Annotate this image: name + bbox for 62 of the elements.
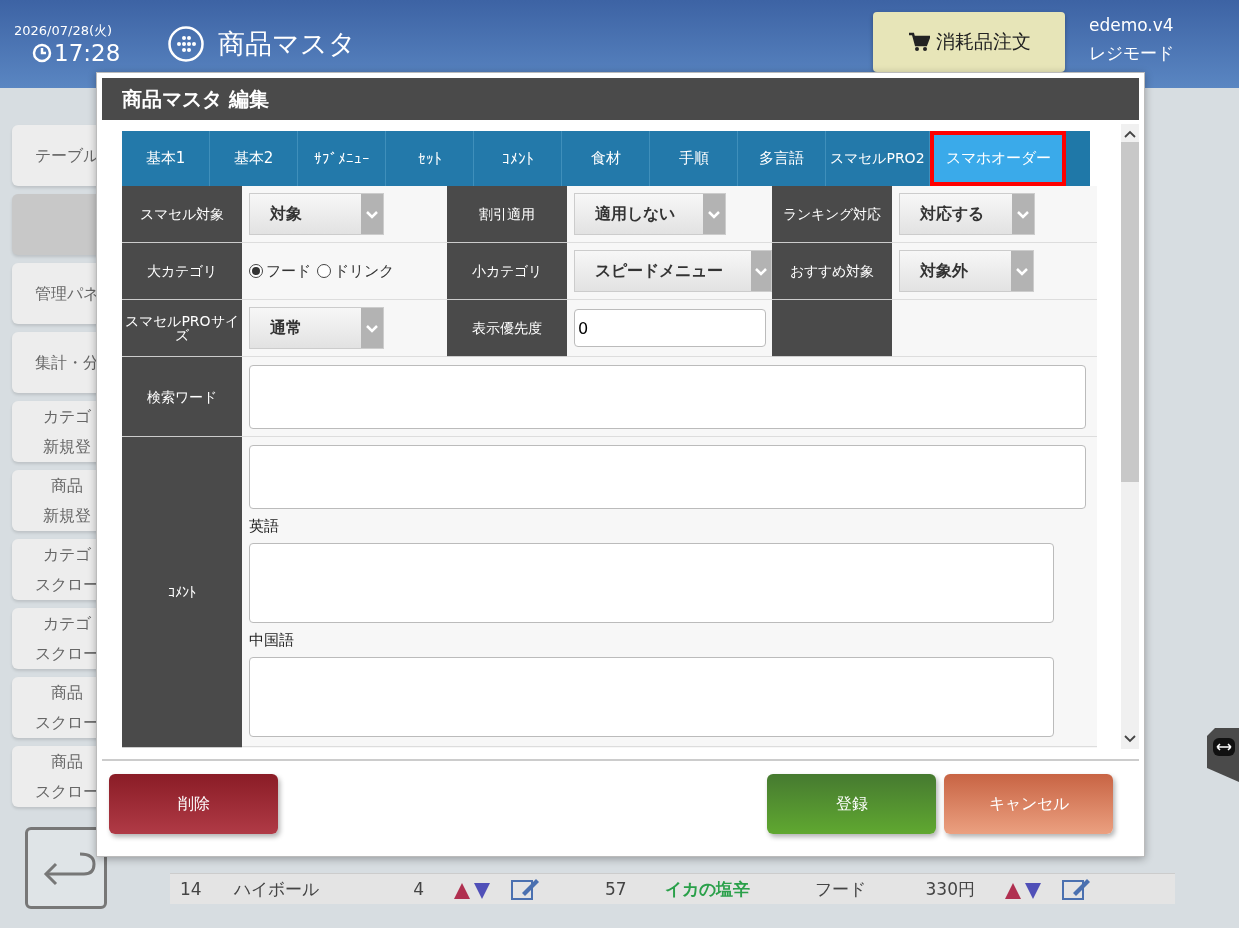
search-word-field[interactable] [249,364,1086,429]
table-cell-text: 330円 [924,877,976,901]
dropdown[interactable]: 対象 [249,193,384,235]
grid-menu-icon [168,26,204,62]
cart-icon [907,32,930,52]
register-button[interactable]: 登録 [767,774,936,834]
dropdown[interactable]: スピードメニュー [574,250,772,292]
tab[interactable]: 多言語 [738,131,826,186]
field-label: スマセルPROサイズ [122,300,242,357]
tab[interactable]: 基本2 [210,131,298,186]
mode-text: レジモード [1089,42,1175,65]
tab[interactable]: ｺﾒﾝﾄ [474,131,562,186]
scrollbar[interactable] [1121,124,1139,749]
time-text: 17:28 [54,40,121,66]
radio-option[interactable]: フード [249,261,311,281]
field-label: 表示優先度 [447,300,567,357]
dropdown[interactable]: 適用しない [574,193,726,235]
field-label: 英語 [249,517,279,536]
table-cell-text: イカの塩辛 [664,877,751,901]
tab[interactable]: ｻﾌﾞﾒﾆｭｰ [298,131,386,186]
field-label: 中国語 [249,631,294,650]
field-label: 割引適用 [447,186,567,243]
chevron-down-icon [1124,735,1136,743]
clock-icon [32,43,52,63]
dialog-title: 商品マスタ 編集 [102,78,1139,120]
delete-button[interactable]: 削除 [109,774,278,834]
back-button[interactable] [25,827,107,909]
table-cell-text: フード [814,877,867,901]
field-label: 大カテゴリ [122,243,242,300]
tab[interactable]: 手順 [650,131,738,186]
text-field[interactable]: 0 [574,309,766,347]
table-cell-text: 57 [604,879,628,899]
date-text: 2026/07/28(火) [14,22,114,40]
dropdown[interactable]: 対象外 [899,250,1034,292]
table-cell-text: 4 [412,879,425,899]
tab[interactable]: スマセルPRO2 [826,131,930,186]
comment-field[interactable] [249,543,1054,623]
comment-field[interactable] [249,657,1054,737]
comment-field[interactable] [249,445,1086,509]
tab[interactable]: 基本1 [122,131,210,186]
field-label: スマセル対象 [122,186,242,243]
tab[interactable]: ｾｯﾄ [386,131,474,186]
table-cell-text: ハイボール [233,877,320,901]
edit-icon [510,877,540,901]
tab[interactable]: 食材 [562,131,650,186]
dropdown[interactable]: 通常 [249,307,384,349]
edit-icon [1061,877,1091,901]
page-title: 商品マスタ [218,27,356,61]
order-button[interactable]: 消耗品注文 [873,12,1065,72]
field-label: 検索ワード [122,357,242,437]
remote-tab-icon [1207,728,1239,782]
field-label: おすすめ対象 [772,243,892,300]
field-label: 小カテゴリ [447,243,567,300]
scrollbar-thumb[interactable] [1121,142,1139,482]
field-label: ｺﾒﾝﾄ [122,437,242,748]
field-label: ランキング対応 [772,186,892,243]
radio-option[interactable]: ドリンク [317,261,394,281]
table-cell-text: 14 [179,879,203,899]
chevron-up-icon [1124,130,1136,138]
dropdown[interactable]: 対応する [899,193,1035,235]
user-name: edemo.v4 [1089,14,1175,37]
cancel-button[interactable]: キャンセル [944,774,1113,834]
